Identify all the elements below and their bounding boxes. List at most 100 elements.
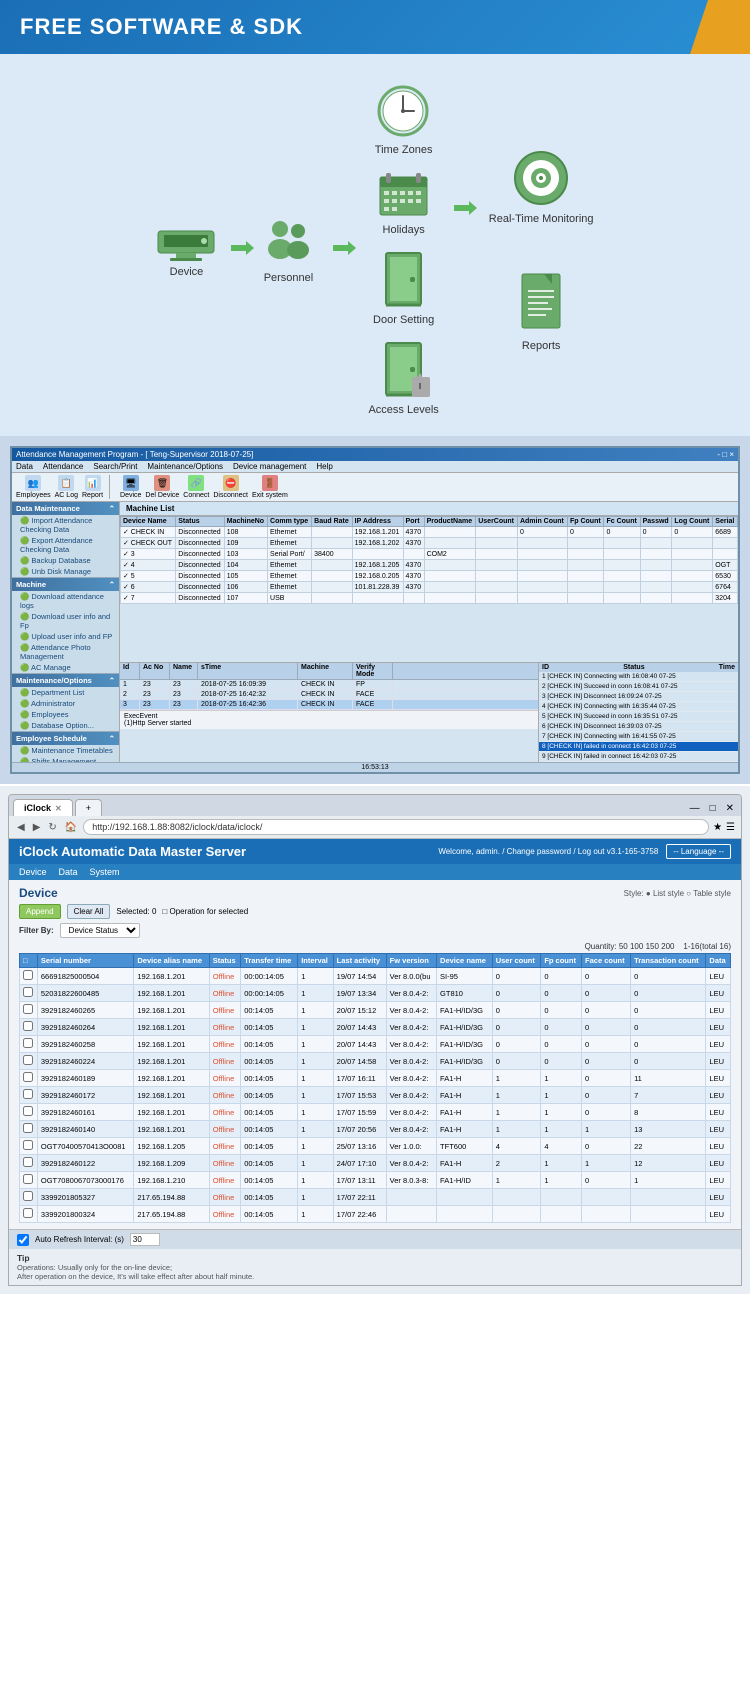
refresh-interval-input[interactable]: [130, 1233, 160, 1246]
table-row[interactable]: 52031822600485192.168.1.201Offline00:00:…: [20, 985, 731, 1002]
sidebar-shifts[interactable]: 🟢 Shifts Management: [12, 756, 119, 762]
filter-dropdown[interactable]: Device Status: [60, 923, 140, 938]
table-row[interactable]: ✓ 6Disconnected106Ethernet101.81.228.394…: [121, 582, 738, 593]
sidebar-export[interactable]: 🟢 Export Attendance Checking Data: [12, 535, 119, 555]
sidebar-db-opts[interactable]: 🟢 Database Option...: [12, 720, 119, 731]
row-checkbox[interactable]: [23, 970, 33, 980]
table-row[interactable]: 3399201800324217.65.194.88Offline00:14:0…: [20, 1206, 731, 1223]
btn-device[interactable]: 🖥 Device: [120, 475, 141, 499]
btn-append[interactable]: Append: [19, 904, 61, 919]
row-checkbox[interactable]: [23, 1174, 33, 1184]
table-row[interactable]: OGT70400570413O0081192.168.1.205Offline0…: [20, 1138, 731, 1155]
nav-forward[interactable]: ▶: [31, 822, 43, 833]
table-row[interactable]: ✓ 5Disconnected105Ethernet192.168.0.2054…: [121, 571, 738, 582]
table-row[interactable]: 66691825000504192.168.1.201Offline00:00:…: [20, 968, 731, 985]
nav-system[interactable]: System: [90, 866, 120, 878]
table-row[interactable]: 3929182460224192.168.1.201Offline00:14:0…: [20, 1053, 731, 1070]
qty-values[interactable]: 50: [619, 942, 628, 951]
tab-ac-log[interactable]: 📋 AC Log: [55, 475, 78, 499]
row-checkbox[interactable]: [23, 1123, 33, 1133]
list-item[interactable]: 12323 2018-07-25 16:09:39CHECK INFP: [120, 680, 538, 690]
sidebar-employees[interactable]: 🟢 Employees: [12, 709, 119, 720]
table-row[interactable]: ✓ CHECK OUTDisconnected109Ethernet192.16…: [121, 538, 738, 549]
sidebar-backup[interactable]: 🟢 Backup Database: [12, 555, 119, 566]
table-row[interactable]: 3399201805327217.65.194.88Offline00:14:0…: [20, 1189, 731, 1206]
selected-count: Selected: 0: [116, 907, 156, 916]
sidebar-dept[interactable]: 🟢 Department List: [12, 687, 119, 698]
row-checkbox[interactable]: [23, 1004, 33, 1014]
table-row[interactable]: ✓ 4Disconnected104Ethernet192.168.1.2054…: [121, 560, 738, 571]
table-row[interactable]: 3929182460140192.168.1.201Offline00:14:0…: [20, 1121, 731, 1138]
btn-del-device[interactable]: 🗑 Del Device: [145, 475, 179, 499]
table-row[interactable]: OGT7080067073000176192.168.1.210Offline0…: [20, 1172, 731, 1189]
row-checkbox[interactable]: [23, 1021, 33, 1031]
row-checkbox[interactable]: [23, 1106, 33, 1116]
sidebar-download-logs[interactable]: 🟢 Download attendance logs: [12, 591, 119, 611]
nav-refresh[interactable]: ↻: [46, 822, 58, 833]
menu-attendance[interactable]: Attendance: [43, 462, 83, 471]
table-row[interactable]: 3929182460258192.168.1.201Offline00:14:0…: [20, 1036, 731, 1053]
sidebar-unb[interactable]: 🟢 Unb Disk Manage: [12, 566, 119, 577]
sidebar-import[interactable]: 🟢 Import Attendance Checking Data: [12, 515, 119, 535]
tab-report[interactable]: 📊 Report: [82, 475, 103, 499]
menu-help[interactable]: Help: [316, 462, 332, 471]
tab-employees[interactable]: 👥 Employees: [16, 475, 51, 499]
browser-close[interactable]: ✕: [723, 803, 737, 814]
browser-star[interactable]: ★: [713, 822, 722, 833]
btn-connect[interactable]: 🔗 Connect: [183, 475, 209, 499]
language-btn[interactable]: -- Language --: [666, 844, 731, 859]
sidebar-photo[interactable]: 🟢 Attendance Photo Management: [12, 642, 119, 662]
table-row[interactable]: ✓ CHECK INDisconnected108Ethernet192.168…: [121, 527, 738, 538]
btn-clear-all[interactable]: Clear All: [67, 904, 111, 919]
browser-menu[interactable]: ☰: [726, 822, 735, 833]
table-row[interactable]: 3929182460122192.168.1.209Offline00:14:0…: [20, 1155, 731, 1172]
row-checkbox[interactable]: [23, 1208, 33, 1218]
btn-disconnect[interactable]: ⛔ Disconnect: [213, 475, 248, 499]
menu-search[interactable]: Search/Print: [93, 462, 137, 471]
table-row[interactable]: 3929182460172192.168.1.201Offline00:14:0…: [20, 1087, 731, 1104]
row-checkbox[interactable]: [23, 1157, 33, 1167]
table-row[interactable]: 3929182460264192.168.1.201Offline00:14:0…: [20, 1019, 731, 1036]
row-checkbox[interactable]: [23, 1089, 33, 1099]
nav-device[interactable]: Device: [19, 866, 47, 878]
qty-200[interactable]: 200: [661, 942, 674, 951]
browser-minimize[interactable]: —: [687, 803, 703, 814]
nav-back[interactable]: ◀: [15, 822, 27, 833]
qty-100[interactable]: 100: [630, 942, 643, 951]
table-row[interactable]: ✓ 3Disconnected103Serial Port/38400COM2: [121, 549, 738, 560]
table-row[interactable]: ✓ 7Disconnected107USB3204: [121, 593, 738, 604]
list-item[interactable]: 32323 2018-07-25 16:42:36CHECK INFACE: [120, 700, 538, 710]
tab-label: iClock: [24, 803, 51, 813]
sidebar-ac-manage[interactable]: 🟢 AC Manage: [12, 662, 119, 673]
row-checkbox[interactable]: [23, 1072, 33, 1082]
browser-tab-new[interactable]: +: [75, 799, 102, 816]
table-row[interactable]: 3929182460161192.168.1.201Offline00:14:0…: [20, 1104, 731, 1121]
row-checkbox[interactable]: [23, 1038, 33, 1048]
menu-data[interactable]: Data: [16, 462, 33, 471]
sidebar-upload-user[interactable]: 🟢 Upload user info and FP: [12, 631, 119, 642]
tab-close[interactable]: ✕: [55, 804, 62, 813]
row-checkbox[interactable]: [23, 987, 33, 997]
row-checkbox[interactable]: [23, 1140, 33, 1150]
style-toggle[interactable]: Style: ● List style ○ Table style: [624, 889, 731, 898]
nav-home[interactable]: 🏠: [63, 822, 79, 833]
row-checkbox[interactable]: [23, 1055, 33, 1065]
menu-maintenance[interactable]: Maintenance/Options: [147, 462, 223, 471]
nav-data[interactable]: Data: [59, 866, 78, 878]
sidebar-admin[interactable]: 🟢 Administrator: [12, 698, 119, 709]
url-bar[interactable]: http://192.168.1.88:8082/iclock/data/icl…: [83, 819, 709, 835]
btn-exit[interactable]: 🚪 Exit system: [252, 475, 288, 499]
cell-users: 0: [492, 1002, 541, 1019]
browser-maximize[interactable]: □: [707, 803, 719, 814]
browser-tab-iclock[interactable]: iClock ✕: [13, 799, 73, 816]
qty-150[interactable]: 150: [646, 942, 659, 951]
sidebar-timetables[interactable]: 🟢 Maintenance Timetables: [12, 745, 119, 756]
table-row[interactable]: 3929182460265192.168.1.201Offline00:14:0…: [20, 1002, 731, 1019]
menu-device-mgmt[interactable]: Device management: [233, 462, 306, 471]
auto-refresh-checkbox[interactable]: [17, 1234, 29, 1246]
sidebar-download-user[interactable]: 🟢 Download user info and Fp: [12, 611, 119, 631]
sw-title-controls[interactable]: - □ ×: [717, 450, 734, 459]
list-item[interactable]: 22323 2018-07-25 16:42:32CHECK INFACE: [120, 690, 538, 700]
table-row[interactable]: 3929182460189192.168.1.201Offline00:14:0…: [20, 1070, 731, 1087]
row-checkbox[interactable]: [23, 1191, 33, 1201]
